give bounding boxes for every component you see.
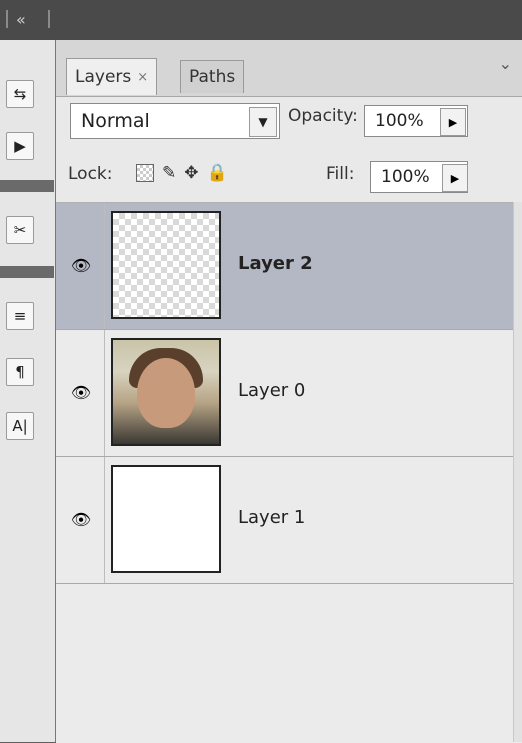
opacity-slider-arrow-icon[interactable]: ▶ [440,108,466,136]
layer-name[interactable]: Layer 1 [238,507,305,528]
layer-thumbnail[interactable] [111,211,221,319]
collapse-panels-icon[interactable]: « [16,10,26,29]
layer-thumbnail[interactable] [111,338,221,446]
paragraph-icon[interactable]: ¶ [6,358,34,386]
lock-options: ✎ ✥ 🔒 [136,163,228,183]
layer-thumbnail[interactable] [111,465,221,573]
tab-layers-label: Layers [75,67,132,87]
tab-layers[interactable]: Layers × [66,58,158,95]
blend-mode-value: Normal [81,110,150,132]
top-bar: « [0,0,522,41]
layers-list: 👁 Layer 2 👁 Layer 0 👁 Layer 1 [56,202,522,743]
blend-mode-select[interactable]: Normal ▼ [70,103,280,139]
column-divider [104,203,105,329]
history-icon[interactable]: ⇆ [6,80,34,108]
opacity-value: 100% [375,111,424,131]
layer-row[interactable]: 👁 Layer 1 [56,457,514,584]
column-divider [104,457,105,583]
panel-menu-icon[interactable]: ⌄ [499,54,512,73]
type-tool-icon[interactable]: A| [6,412,34,440]
layers-scrollbar[interactable] [513,202,522,742]
character-panel-icon[interactable]: ≡ [6,302,34,330]
tools-icon[interactable]: ✂ [6,216,34,244]
column-divider [104,330,105,456]
layer-row[interactable]: 👁 Layer 2 [56,203,514,330]
tab-paths[interactable]: Paths [180,60,245,93]
dock-divider [0,266,54,278]
photo-face [137,358,195,428]
eye-icon[interactable]: 👁 [66,507,96,531]
layer-name[interactable]: Layer 0 [238,380,305,401]
tab-paths-label: Paths [189,67,236,87]
actions-play-icon[interactable]: ▶ [6,132,34,160]
left-tool-dock: ⇆ ▶ ✂ ≡ ¶ A| [0,40,56,742]
eye-icon[interactable]: 👁 [66,253,96,277]
opacity-label: Opacity: [288,106,358,126]
lock-position-icon[interactable]: ✥ [184,163,198,183]
layers-panel: Layers × Paths ⌄ Normal ▼ Opacity: 100% … [56,40,522,743]
lock-transparent-icon[interactable] [136,164,154,182]
fill-value: 100% [381,167,430,187]
chevron-down-icon[interactable]: ▼ [249,107,277,137]
fill-label: Fill: [326,164,355,184]
grip-icon[interactable] [48,10,50,28]
eye-icon[interactable]: 👁 [66,380,96,404]
lock-label: Lock: [68,164,113,184]
close-icon[interactable]: × [137,70,148,85]
layer-name[interactable]: Layer 2 [238,253,313,274]
grip-icon[interactable] [6,10,8,28]
dock-divider [0,180,54,192]
layer-row[interactable]: 👁 Layer 0 [56,330,514,457]
fill-slider-arrow-icon[interactable]: ▶ [442,164,468,192]
panel-tabs: Layers × Paths ⌄ [56,40,522,97]
lock-image-icon[interactable]: ✎ [162,163,176,183]
lock-all-icon[interactable]: 🔒 [207,163,228,183]
